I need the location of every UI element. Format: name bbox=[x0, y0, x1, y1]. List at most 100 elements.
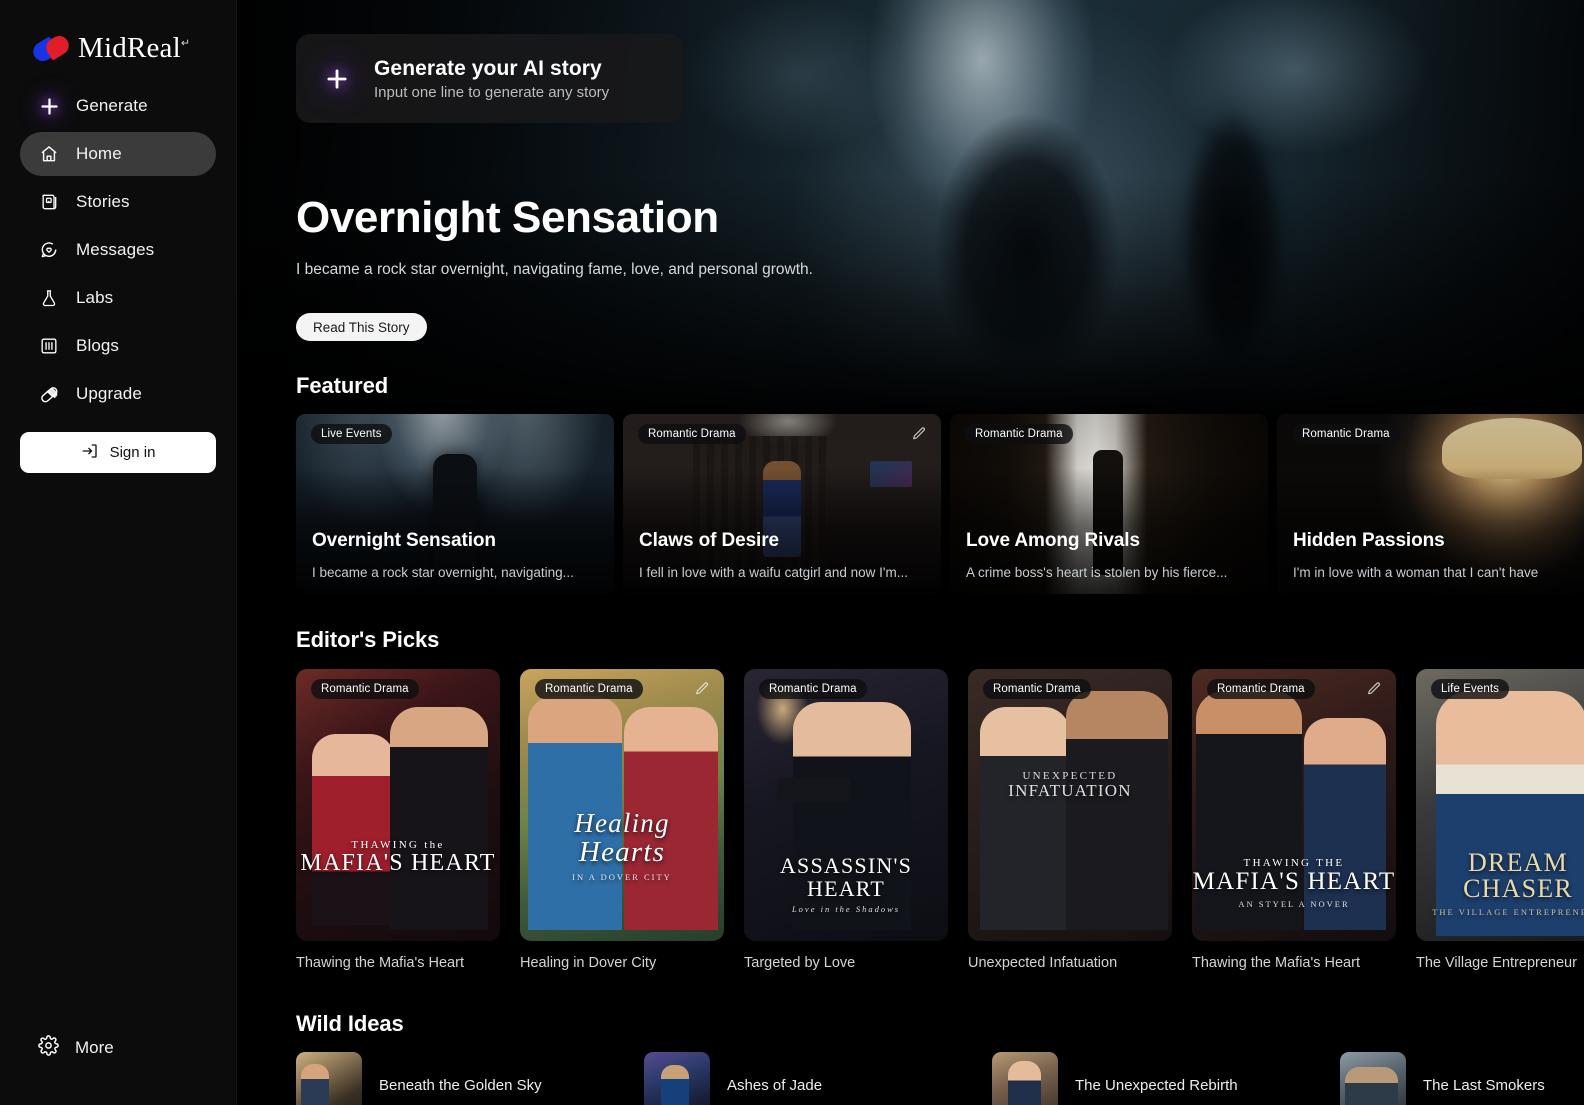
section-title-featured: Featured bbox=[296, 373, 389, 398]
sidebar-item-stories[interactable]: Stories bbox=[20, 180, 216, 224]
edit-pencil-icon[interactable] bbox=[692, 679, 711, 698]
pick-card-image: Life Events DREAM CHASER THE VILLAGE ENT… bbox=[1416, 669, 1584, 941]
wild-idea-thumbnail bbox=[644, 1052, 710, 1105]
cover-sub-text: Love in the Shadows bbox=[791, 904, 901, 915]
pick-card-name: Targeted by Love bbox=[744, 955, 856, 971]
sidebar-item-label: Upgrade bbox=[76, 384, 142, 403]
pick-card-name: Healing in Dover City bbox=[520, 955, 657, 971]
pick-card[interactable]: Romantic Drama UNEXPECTED INFATUATION Un… bbox=[968, 669, 1172, 971]
sidebar-item-home[interactable]: Home bbox=[20, 132, 216, 176]
pick-card-tag: Romantic Drama bbox=[983, 679, 1091, 699]
featured-card-description: A crime boss's heart is stolen by his fi… bbox=[966, 565, 1228, 580]
generate-banner-title: Generate your AI story bbox=[374, 56, 602, 80]
generate-banner-subtitle: Input one line to generate any story bbox=[374, 83, 610, 101]
logo-text: MidReal↵ bbox=[78, 31, 191, 64]
main-content: Generate your AI story Input one line to… bbox=[237, 0, 1584, 1105]
pick-card-name: Thawing the Mafia's Heart bbox=[1192, 955, 1360, 971]
pick-card[interactable]: Romantic Drama Healing Hearts IN A DOVER… bbox=[520, 669, 724, 971]
app-root: MidReal↵ Generate Home Stories Messages … bbox=[0, 0, 1584, 1105]
sidebar-item-label: Blogs bbox=[76, 336, 120, 355]
sign-in-label: Sign in bbox=[109, 444, 156, 461]
editors-picks-carousel[interactable]: Romantic Drama THAWING the MAFIA'S HEART… bbox=[296, 669, 1584, 971]
sidebar-item-label: Home bbox=[76, 144, 122, 163]
cover-sub-text: THE VILLAGE ENTREPRENEUR bbox=[1432, 906, 1584, 917]
sidebar-item-label: Messages bbox=[76, 240, 155, 259]
wild-idea-name: Ashes of Jade bbox=[727, 1076, 823, 1094]
wild-idea-item[interactable]: Beneath the Golden Sky bbox=[296, 1052, 644, 1105]
pick-card-image: Romantic Drama THAWING the MAFIA'S HEART bbox=[296, 669, 500, 941]
pick-card-tag: Romantic Drama bbox=[311, 679, 419, 699]
sign-in-button[interactable]: Sign in bbox=[20, 432, 216, 473]
plus-icon bbox=[38, 95, 60, 117]
wild-idea-name: Beneath the Golden Sky bbox=[379, 1076, 542, 1094]
pick-card[interactable]: Romantic Drama THAWING THE MAFIA'S HEART… bbox=[1192, 669, 1396, 971]
sidebar-item-labs[interactable]: Labs bbox=[20, 276, 216, 320]
pick-card-image: Romantic Drama Healing Hearts IN A DOVER… bbox=[520, 669, 724, 941]
wild-idea-name: The Unexpected Rebirth bbox=[1075, 1076, 1238, 1094]
featured-card-tag: Romantic Drama bbox=[638, 424, 746, 444]
pill-logo-icon bbox=[29, 32, 73, 65]
hero-silhouette bbox=[1157, 58, 1307, 378]
section-title-wild-ideas: Wild Ideas bbox=[296, 1011, 404, 1036]
featured-card[interactable]: Romantic Drama Hidden Passions I'm in lo… bbox=[1277, 414, 1584, 594]
wild-idea-thumbnail bbox=[1340, 1052, 1406, 1105]
sign-in-container: Sign in bbox=[0, 416, 236, 473]
pick-card-image: Romantic Drama ASSASSIN'S HEART Love in … bbox=[744, 669, 948, 941]
read-this-story-button[interactable]: Read This Story bbox=[296, 313, 427, 341]
cover-big-text: INFATUATION bbox=[1008, 781, 1132, 801]
sidebar-item-generate[interactable]: Generate bbox=[20, 84, 216, 128]
featured-card-description: I fell in love with a waifu catgirl and … bbox=[639, 565, 908, 580]
app-logo[interactable]: MidReal↵ bbox=[0, 0, 236, 72]
wild-idea-item[interactable]: The Unexpected Rebirth bbox=[992, 1052, 1340, 1105]
sidebar: MidReal↵ Generate Home Stories Messages … bbox=[0, 0, 237, 1105]
featured-card-tag: Romantic Drama bbox=[965, 424, 1073, 444]
cover-big-text: DREAM CHASER bbox=[1463, 847, 1573, 904]
hero-description: I became a rock star overnight, navigati… bbox=[296, 261, 813, 278]
featured-card-description: I became a rock star overnight, navigati… bbox=[312, 565, 574, 580]
sidebar-item-messages[interactable]: Messages bbox=[20, 228, 216, 272]
cover-big-text: MAFIA'S HEART bbox=[1192, 868, 1396, 896]
cover-big-text: ASSASSIN'S HEART bbox=[779, 853, 913, 901]
featured-card-title: Overnight Sensation bbox=[312, 530, 496, 551]
hero-title: Overnight Sensation bbox=[296, 193, 719, 242]
generate-banner-text: Generate your AI story Input one line to… bbox=[374, 57, 609, 101]
pill-upgrade-icon bbox=[38, 383, 60, 405]
sidebar-item-blogs[interactable]: Blogs bbox=[20, 324, 216, 368]
message-heart-icon bbox=[38, 239, 60, 261]
pick-card[interactable]: Romantic Drama ASSASSIN'S HEART Love in … bbox=[744, 669, 948, 971]
featured-carousel[interactable]: Live Events Overnight Sensation I became… bbox=[296, 414, 1584, 594]
pick-card-image: Romantic Drama THAWING THE MAFIA'S HEART… bbox=[1192, 669, 1396, 941]
featured-card-tag: Live Events bbox=[311, 424, 392, 444]
wild-idea-thumbnail bbox=[296, 1052, 362, 1105]
featured-card[interactable]: Romantic Drama Love Among Rivals A crime… bbox=[950, 414, 1268, 594]
pick-card-tag: Romantic Drama bbox=[1207, 679, 1315, 699]
featured-card-title: Love Among Rivals bbox=[966, 530, 1140, 551]
pick-card-name: Unexpected Infatuation bbox=[968, 955, 1118, 971]
cover-sub-text: AN STYEL A NOVER bbox=[1238, 898, 1350, 909]
wild-idea-item[interactable]: The Last Smokers bbox=[1340, 1052, 1584, 1105]
sidebar-item-label: More bbox=[75, 1038, 114, 1057]
sidebar-item-label: Stories bbox=[76, 192, 130, 211]
sidebar-item-more[interactable]: More bbox=[0, 1035, 236, 1105]
sign-in-icon bbox=[81, 442, 99, 464]
generate-story-banner[interactable]: Generate your AI story Input one line to… bbox=[296, 34, 683, 123]
pick-card[interactable]: Life Events DREAM CHASER THE VILLAGE ENT… bbox=[1416, 669, 1584, 971]
pick-card[interactable]: Romantic Drama THAWING the MAFIA'S HEART… bbox=[296, 669, 500, 971]
pick-card-image: Romantic Drama UNEXPECTED INFATUATION bbox=[968, 669, 1172, 941]
pick-card-name: The Village Entrepreneur bbox=[1416, 955, 1577, 971]
cover-big-text: MAFIA'S HEART bbox=[300, 850, 496, 877]
featured-card[interactable]: Romantic Drama Claws of Desire I fell in… bbox=[623, 414, 941, 594]
section-title-editors-picks: Editor's Picks bbox=[296, 627, 440, 652]
featured-card-tag: Romantic Drama bbox=[1292, 424, 1400, 444]
pick-card-tag: Romantic Drama bbox=[759, 679, 867, 699]
sidebar-nav: Generate Home Stories Messages Labs Blog… bbox=[0, 72, 236, 416]
edit-pencil-icon[interactable] bbox=[1364, 679, 1383, 698]
plus-icon bbox=[322, 64, 352, 94]
featured-card[interactable]: Live Events Overnight Sensation I became… bbox=[296, 414, 614, 594]
sidebar-item-upgrade[interactable]: Upgrade bbox=[20, 372, 216, 416]
sidebar-item-label: Labs bbox=[76, 288, 114, 307]
edit-pencil-icon[interactable] bbox=[909, 424, 928, 443]
cover-small-text: Healing bbox=[574, 808, 670, 839]
wild-idea-item[interactable]: Ashes of Jade bbox=[644, 1052, 992, 1105]
